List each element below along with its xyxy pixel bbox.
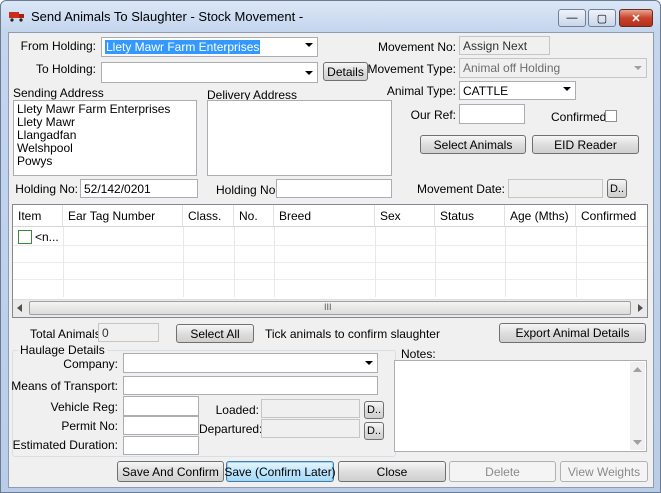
company-label: Company: [63,357,118,371]
column-header-status[interactable]: Status [435,205,505,227]
confirmed-checkbox[interactable] [605,110,617,122]
estimated-duration-label: Estimated Duration: [12,438,118,452]
movement-date-label: Movement Date: [416,182,505,196]
haulage-legend: Haulage Details [18,343,107,357]
scroll-up-icon[interactable] [633,366,642,372]
from-holding-value: Llety Mawr Farm Enterprises [105,40,261,54]
movement-type-combo: Animal off Holding [459,58,647,78]
sending-address-box[interactable]: Llety Mawr Farm Enterprises Llety Mawr L… [13,100,197,176]
holding-no-delivery-field[interactable] [276,179,392,198]
scroll-thumb-grip: III [324,302,332,312]
column-header-no[interactable]: No. [234,205,274,227]
vehicle-reg-label: Vehicle Reg: [50,400,118,414]
delivery-address-box[interactable] [207,100,392,176]
notes-label: Notes: [401,347,436,361]
loaded-field [261,399,360,418]
minimize-button[interactable]: — [558,9,586,27]
delete-button[interactable]: Delete [449,461,556,482]
sending-address-label: Sending Address [13,86,104,100]
animal-type-label: Animal Type: [386,84,456,98]
loaded-label: Loaded: [215,403,259,417]
chevron-down-icon [305,71,313,75]
column-header-confirmed[interactable]: Confirmed [576,205,647,227]
notes-field[interactable] [394,360,647,452]
column-header-sex[interactable]: Sex [375,205,435,227]
vehicle-reg-field[interactable] [123,396,199,416]
grid-divider [13,279,647,280]
to-holding-combo[interactable] [101,62,318,83]
window: Send Animals To Slaughter - Stock Moveme… [0,0,661,493]
holding-no-send-field[interactable]: 52/142/0201 [80,179,198,198]
chevron-down-icon [563,87,571,91]
animal-type-combo[interactable]: CATTLE [459,81,576,100]
movement-type-label: Movement Type: [367,62,457,76]
movement-no-field: Assign Next [459,36,550,55]
row-select-checkbox[interactable] [18,230,32,244]
chevron-down-icon [305,43,313,47]
means-of-transport-field[interactable] [123,376,378,395]
column-header-item[interactable]: Item [13,205,63,227]
to-holding-label: To Holding: [35,62,96,76]
row-item-cell: <n... [35,230,59,244]
notes-vertical-scrollbar[interactable] [630,362,645,450]
movement-type-value: Animal off Holding [463,61,561,75]
horizontal-scrollbar[interactable]: III [13,299,647,317]
chevron-down-icon [634,66,642,70]
save-and-confirm-button[interactable]: Save And Confirm [117,461,224,482]
permit-no-field[interactable] [123,416,199,435]
select-all-button[interactable]: Select All [176,324,254,343]
save-confirm-later-button[interactable]: Save (Confirm Later) [224,461,336,482]
permit-no-label: Permit No: [61,419,118,433]
movement-no-label: Movement No: [377,40,456,54]
departured-date-picker-button[interactable]: D.. [364,422,384,440]
chevron-down-icon [365,361,373,365]
grid-divider [13,262,647,263]
total-animals-label: Total Animals: [30,327,105,341]
tick-note-text: Tick animals to confirm slaughter [265,327,440,341]
total-animals-field: 0 [98,323,159,342]
holding-no-send-label: Holding No: [15,182,78,196]
scroll-thumb[interactable]: III [29,301,631,315]
close-button[interactable]: Close [338,461,446,482]
from-holding-combo[interactable]: Llety Mawr Farm Enterprises [101,37,318,57]
movement-date-field [508,179,603,198]
grid-divider [13,245,647,246]
scroll-left-icon[interactable] [16,304,24,313]
departured-label: Departured: [199,422,263,436]
export-animal-details-button[interactable]: Export Animal Details [499,323,646,343]
close-window-button[interactable]: ✕ [619,9,653,27]
window-title: Send Animals To Slaughter - Stock Moveme… [31,9,304,24]
form-body: From Holding: Llety Mawr Farm Enterprise… [8,32,654,488]
eid-reader-button[interactable]: EID Reader [532,135,639,154]
departured-field [261,419,360,438]
table-row[interactable]: <n... [13,228,647,245]
scroll-down-icon[interactable] [633,440,642,446]
holding-no-delivery-label: Holding No: [216,183,279,197]
estimated-duration-field[interactable] [123,436,199,455]
from-holding-label: From Holding: [20,39,96,53]
column-header-class[interactable]: Class. [183,205,234,227]
our-ref-label: Our Ref: [410,108,456,122]
animal-type-value: CATTLE [463,84,509,98]
movement-date-picker-button[interactable]: D.. [607,179,627,198]
title-bar[interactable]: Send Animals To Slaughter - Stock Moveme… [1,1,660,31]
maximize-button[interactable]: ▢ [588,9,616,27]
truck-icon [9,12,24,22]
address-line: Powys [17,154,53,168]
column-header-ear-tag[interactable]: Ear Tag Number [63,205,183,227]
means-of-transport-label: Means of Transport: [11,379,118,393]
our-ref-field[interactable] [459,104,525,124]
loaded-date-picker-button[interactable]: D.. [364,401,384,419]
scroll-right-icon[interactable] [636,304,644,313]
view-weights-button[interactable]: View Weights [560,461,648,482]
animal-grid[interactable]: Item Ear Tag Number Class. No. Breed Sex… [12,204,648,318]
column-header-age[interactable]: Age (Mths) [505,205,576,227]
company-combo[interactable] [123,353,378,373]
confirmed-label: Confirmed: [551,110,610,124]
select-animals-button[interactable]: Select Animals [420,135,526,154]
column-header-breed[interactable]: Breed [274,205,375,227]
